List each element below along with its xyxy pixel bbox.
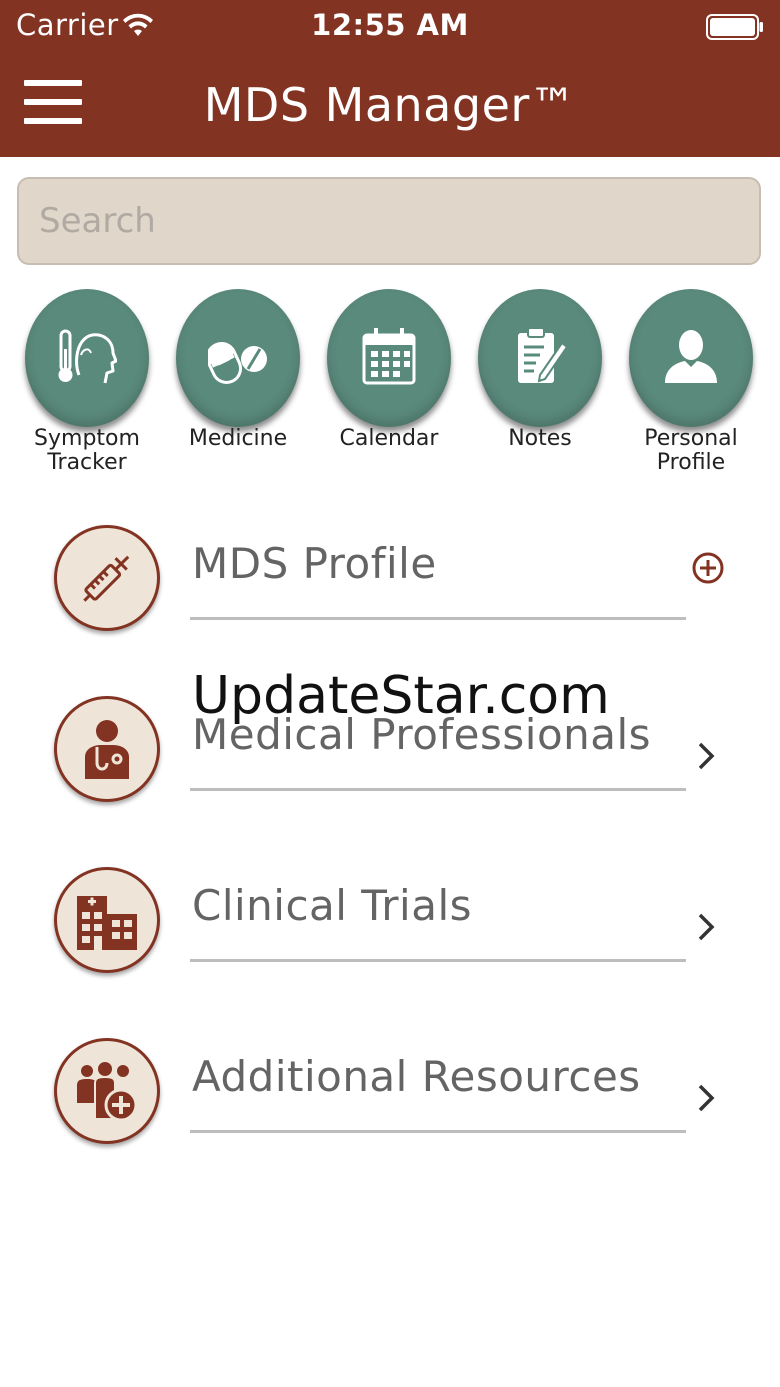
group-add-icon	[77, 1062, 138, 1122]
chevron-right-icon[interactable]	[694, 740, 720, 772]
quick-action-circle	[25, 289, 149, 427]
app-header: Carrier 12:55 AM MDS Manager™	[0, 0, 780, 157]
person-icon	[665, 330, 717, 383]
search-input[interactable]	[39, 191, 739, 251]
symptom-tracker-icon	[58, 329, 117, 384]
plus-circle-icon[interactable]	[691, 551, 725, 585]
list-item-label: Clinical Trials	[192, 881, 473, 930]
page-title: MDS Manager™	[203, 78, 577, 132]
list-item-label: Additional Resources	[192, 1052, 641, 1101]
chevron-right-icon[interactable]	[694, 1082, 720, 1114]
quick-action-label: Calendar	[339, 426, 439, 451]
list-item-badge	[54, 696, 160, 802]
hospital-icon	[77, 896, 137, 950]
calendar-icon	[362, 328, 416, 385]
list-item-badge	[54, 525, 160, 631]
notes-icon	[518, 327, 569, 383]
list-item-badge	[54, 867, 160, 973]
divider	[190, 788, 686, 791]
pills-icon	[208, 342, 267, 384]
quick-action-symptom-tracker[interactable]: Symptom Tracker	[25, 289, 149, 489]
watermark-text: UpdateStar.com	[192, 666, 610, 726]
quick-action-label: Notes	[508, 426, 572, 451]
quick-action-circle	[176, 289, 300, 427]
quick-action-notes[interactable]: Notes	[478, 289, 602, 489]
divider	[190, 1130, 686, 1133]
quick-action-personal-profile[interactable]: Personal Profile	[629, 289, 753, 489]
quick-action-label: Symptom Tracker	[34, 426, 140, 475]
quick-action-calendar[interactable]: Calendar	[327, 289, 451, 489]
quick-action-label: Personal Profile	[644, 426, 738, 475]
divider	[190, 959, 686, 962]
quick-action-circle	[327, 289, 451, 427]
divider	[190, 617, 686, 620]
status-bar: Carrier 12:55 AM	[0, 0, 780, 54]
list-item-badge	[54, 1038, 160, 1144]
status-time: 12:55 AM	[311, 8, 469, 42]
quick-action-circle	[478, 289, 602, 427]
list-item-label: MDS Profile	[192, 539, 437, 588]
search-bar[interactable]	[17, 177, 761, 265]
syringe-icon	[83, 555, 130, 602]
list-item-clinical-trials[interactable]: Clinical Trials	[0, 867, 780, 1037]
chevron-right-icon[interactable]	[694, 911, 720, 943]
battery-icon	[706, 14, 763, 40]
doctor-icon	[85, 720, 129, 779]
quick-action-medicine[interactable]: Medicine	[176, 289, 300, 489]
quick-action-circle	[629, 289, 753, 427]
list-item-additional-resources[interactable]: Additional Resources	[0, 1038, 780, 1208]
quick-action-label: Medicine	[188, 426, 288, 451]
